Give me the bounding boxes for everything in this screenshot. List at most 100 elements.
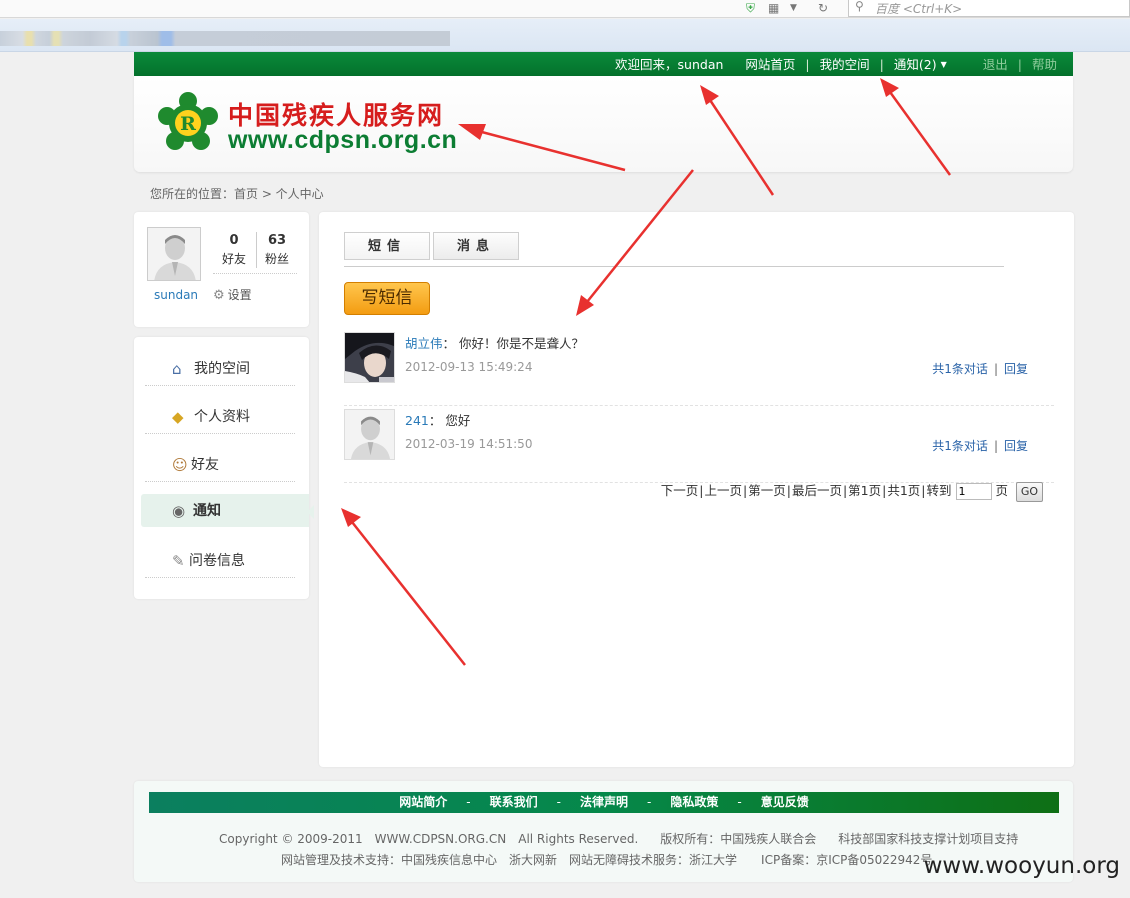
sender-avatar[interactable]: [344, 332, 395, 383]
copyright-line: Copyright © 2009-2011 WWW.CDPSN.ORG.CN All…: [219, 830, 1036, 847]
message-actions: 共1条对话 | 回复: [932, 437, 1028, 454]
blurred-bookmarks: [0, 31, 450, 46]
support: 科技部国家科技支撑计划项目支持: [838, 832, 1019, 846]
nav-separator: |: [805, 57, 810, 72]
message-text: 您好: [445, 413, 471, 428]
friends-count: 0: [229, 233, 239, 248]
shield-icon[interactable]: ⛨: [746, 1, 755, 16]
footer-separator: -: [647, 795, 652, 809]
avatar[interactable]: [147, 227, 201, 281]
sidebar-item-my-space[interactable]: ⌂ 我的空间: [145, 352, 295, 386]
colon: ：: [428, 413, 446, 428]
sender-avatar[interactable]: [344, 409, 395, 460]
logout-link[interactable]: 退出: [983, 52, 1008, 78]
reply-link[interactable]: 回复: [1004, 439, 1028, 453]
reply-link[interactable]: 回复: [1004, 362, 1028, 376]
pager-separator: |: [742, 483, 748, 498]
help-link[interactable]: 帮助: [1032, 52, 1057, 78]
next-page-link[interactable]: 下一页: [661, 480, 699, 499]
sidebar-item-friends[interactable]: ☺ 好友: [145, 448, 295, 482]
svg-text:R: R: [180, 113, 196, 135]
owner: 版权所有：中国残疾人联合会: [660, 832, 817, 846]
pagination: 下一页|上一页|第一页|最后一页|第1页|共1页|转到 页 GO: [661, 480, 1043, 502]
top-nav-bar: 欢迎回来，sundan 网站首页 | 我的空间 | 通知(2) ▼ 退出 | 帮助: [134, 52, 1073, 76]
sender-link[interactable]: 241: [405, 413, 429, 428]
welcome-text: 欢迎回来，sundan: [615, 57, 724, 72]
default-avatar-icon: [345, 410, 394, 459]
sidebar-item-survey[interactable]: ✎ 问卷信息: [145, 544, 295, 578]
footer-link-legal[interactable]: 法律声明: [580, 795, 628, 809]
my-space-link[interactable]: 我的空间: [820, 52, 870, 78]
write-sms-button[interactable]: 写短信: [344, 282, 430, 315]
browser-search-input[interactable]: ⚲ 百度 <Ctrl+K>: [848, 0, 1130, 17]
sidebar-item-label: 我的空间: [194, 361, 250, 377]
qr-code-icon[interactable]: ▦: [768, 1, 779, 15]
pager-separator: |: [882, 483, 887, 498]
pager-separator: |: [921, 483, 926, 498]
icp: ICP备案：京ICP备05022942号: [761, 853, 933, 867]
sidebar-item-label: 个人资料: [194, 409, 250, 425]
nav-separator: |: [879, 57, 884, 72]
notify-link[interactable]: 通知(2) ▼: [894, 52, 947, 78]
breadcrumb: 您所在的位置：首页 > 个人中心: [150, 187, 324, 201]
total-pages: 共1页: [887, 483, 921, 498]
page-unit: 页: [995, 483, 1009, 498]
sidebar-item-profile[interactable]: ◆ 个人资料: [145, 400, 295, 434]
conversation-link[interactable]: 共1条对话: [932, 439, 988, 453]
prev-page-link[interactable]: 上一页: [704, 480, 742, 499]
chevron-down-icon[interactable]: ▼: [790, 3, 797, 13]
message-actions: 共1条对话 | 回复: [932, 360, 1028, 377]
profile-card: sundan 0 好友 63 粉丝 ⚙ 设置: [134, 212, 309, 327]
sidebar-item-notify[interactable]: ◉ 通知: [141, 494, 309, 527]
sidebar-item-label: 通知: [193, 503, 221, 519]
browser-toolbar: ⛨ ▦ ▼ ↻ ⚲ 百度 <Ctrl+K>: [0, 0, 1130, 18]
action-separator: |: [993, 439, 998, 453]
message-summary: 胡立伟： 你好！你是不是聋人？: [405, 333, 584, 352]
footer-nav: 网站简介 - 联系我们 - 法律声明 - 隐私政策 - 意见反馈: [149, 792, 1059, 813]
colon: ：: [442, 336, 459, 351]
footer-separator: -: [737, 795, 742, 809]
footer-link-contact[interactable]: 联系我们: [490, 795, 538, 809]
pager-separator: |: [842, 483, 848, 498]
friends-stat[interactable]: 0 好友: [213, 233, 255, 267]
go-button[interactable]: GO: [1016, 481, 1043, 502]
footer-separator: -: [556, 795, 561, 809]
site-logo-icon[interactable]: R: [158, 92, 218, 154]
first-page-link[interactable]: 第一页: [748, 480, 786, 499]
tab-messages[interactable]: 消息: [433, 232, 519, 260]
goto-page-input[interactable]: [955, 483, 992, 500]
search-icon: ⚲: [855, 0, 864, 13]
copyright: Copyright © 2009-2011: [219, 832, 363, 846]
pager-separator: |: [699, 483, 704, 498]
message-time: 2012-03-19 14:51:50: [405, 437, 533, 451]
sender-link[interactable]: 胡立伟: [405, 336, 443, 351]
main-content: 短信 消息 写短信 胡立伟： 你好！你是不是聋人？ 2012-09-13 15:…: [319, 212, 1074, 767]
site-url: www.cdpsn.org.cn: [228, 126, 458, 154]
active-item-pointer: [307, 505, 314, 519]
stat-divider-line: [213, 273, 297, 274]
sidebar-item-label: 问卷信息: [189, 553, 245, 569]
sidebar-item-label: 好友: [191, 457, 219, 473]
fans-stat[interactable]: 63 粉丝: [256, 233, 298, 267]
footer-link-privacy[interactable]: 隐私政策: [670, 795, 718, 809]
footer-link-about[interactable]: 网站简介: [399, 795, 447, 809]
last-page-link[interactable]: 最后一页: [792, 480, 842, 499]
settings-link[interactable]: ⚙ 设置: [213, 286, 252, 303]
search-placeholder: 百度 <Ctrl+K>: [875, 2, 963, 16]
refresh-icon[interactable]: ↻: [818, 1, 828, 15]
nav-separator: |: [1017, 57, 1022, 72]
settings-label: 设置: [227, 288, 252, 302]
tab-sms[interactable]: 短信: [344, 232, 430, 260]
footer-link-feedback[interactable]: 意见反馈: [761, 795, 809, 809]
message-item: 241： 您好 2012-03-19 14:51:50 共1条对话 | 回复: [344, 409, 1054, 483]
home-link[interactable]: 网站首页: [745, 52, 795, 78]
rights: All Rights Reserved.: [518, 832, 639, 846]
footer-domain: WWW.CDPSN.ORG.CN: [374, 832, 507, 846]
conversation-link[interactable]: 共1条对话: [932, 362, 988, 376]
watermark: www.wooyun.org: [923, 853, 1120, 879]
tech-support: 网站管理及技术支持：中国残疾信息中心: [281, 853, 498, 867]
username-link[interactable]: sundan: [154, 288, 198, 302]
accessible-service: 网站无障碍技术服务：浙江大学: [569, 853, 738, 867]
tech-support-line: 网站管理及技术支持：中国残疾信息中心 浙大网新 网站无障碍技术服务：浙江大学 ICP备…: [281, 851, 950, 868]
friends-label: 好友: [221, 252, 246, 266]
